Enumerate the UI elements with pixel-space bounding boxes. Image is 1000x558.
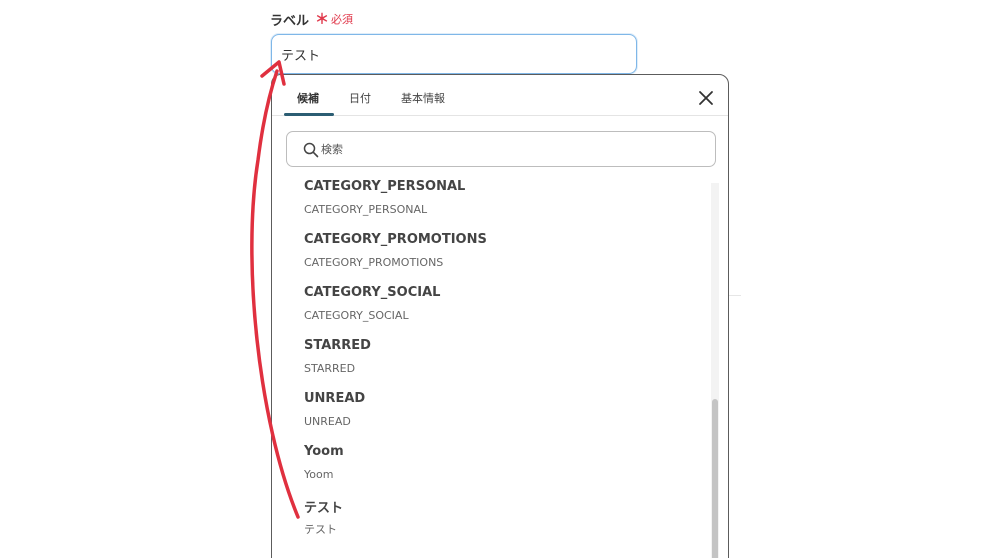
item-title: UNREAD xyxy=(304,391,366,406)
required-asterisk: ＊ xyxy=(315,12,330,28)
list-item[interactable]: UNREAD UNREAD xyxy=(304,391,694,439)
item-subtitle: CATEGORY_SOCIAL xyxy=(304,309,409,322)
item-subtitle: テスト xyxy=(304,523,337,536)
label-input[interactable] xyxy=(271,34,637,74)
required-text: 必須 xyxy=(331,13,354,26)
tab-date[interactable]: 日付 xyxy=(349,90,371,106)
tab-basic-info[interactable]: 基本情報 xyxy=(401,90,445,106)
search-box xyxy=(286,131,716,167)
item-subtitle: STARRED xyxy=(304,362,356,375)
search-icon xyxy=(303,142,319,158)
list-scrollbar[interactable] xyxy=(711,183,719,558)
list-item[interactable]: Yoom Yoom xyxy=(304,444,694,492)
field-label: ラベル ＊ 必須 xyxy=(270,9,353,29)
close-button[interactable] xyxy=(697,89,715,107)
item-title: CATEGORY_PERSONAL xyxy=(304,179,466,194)
item-title: Yoom xyxy=(304,444,344,459)
item-title: CATEGORY_SOCIAL xyxy=(304,285,441,300)
field-label-text: ラベル xyxy=(270,13,310,29)
item-subtitle: Yoom xyxy=(304,468,334,481)
suggestion-popup: 候補 日付 基本情報 CATEGORY_PERSONAL CATEGORY_PE… xyxy=(271,74,729,558)
search-input[interactable] xyxy=(321,133,701,165)
list-item[interactable]: CATEGORY_PROMOTIONS CATEGORY_PROMOTIONS xyxy=(304,232,694,280)
item-title: テスト xyxy=(304,501,344,516)
item-subtitle: CATEGORY_PROMOTIONS xyxy=(304,256,444,269)
tab-candidates[interactable]: 候補 xyxy=(297,90,319,106)
active-tab-indicator xyxy=(284,113,334,116)
candidate-list: CATEGORY_PERSONAL CATEGORY_PERSONAL CATE… xyxy=(272,179,712,558)
list-item[interactable]: CATEGORY_PERSONAL CATEGORY_PERSONAL xyxy=(304,179,694,227)
close-icon xyxy=(699,91,713,105)
popup-tabs: 候補 日付 基本情報 xyxy=(272,75,728,116)
item-title: CATEGORY_PROMOTIONS xyxy=(304,232,487,247)
list-item[interactable]: STARRED STARRED xyxy=(304,338,694,386)
list-item[interactable]: CATEGORY_SOCIAL CATEGORY_SOCIAL xyxy=(304,285,694,333)
item-title: STARRED xyxy=(304,338,371,353)
scrollbar-thumb[interactable] xyxy=(712,399,718,558)
list-item[interactable]: テスト テスト xyxy=(304,497,694,545)
divider xyxy=(729,295,741,296)
item-subtitle: UNREAD xyxy=(304,415,351,428)
item-subtitle: CATEGORY_PERSONAL xyxy=(304,203,428,216)
